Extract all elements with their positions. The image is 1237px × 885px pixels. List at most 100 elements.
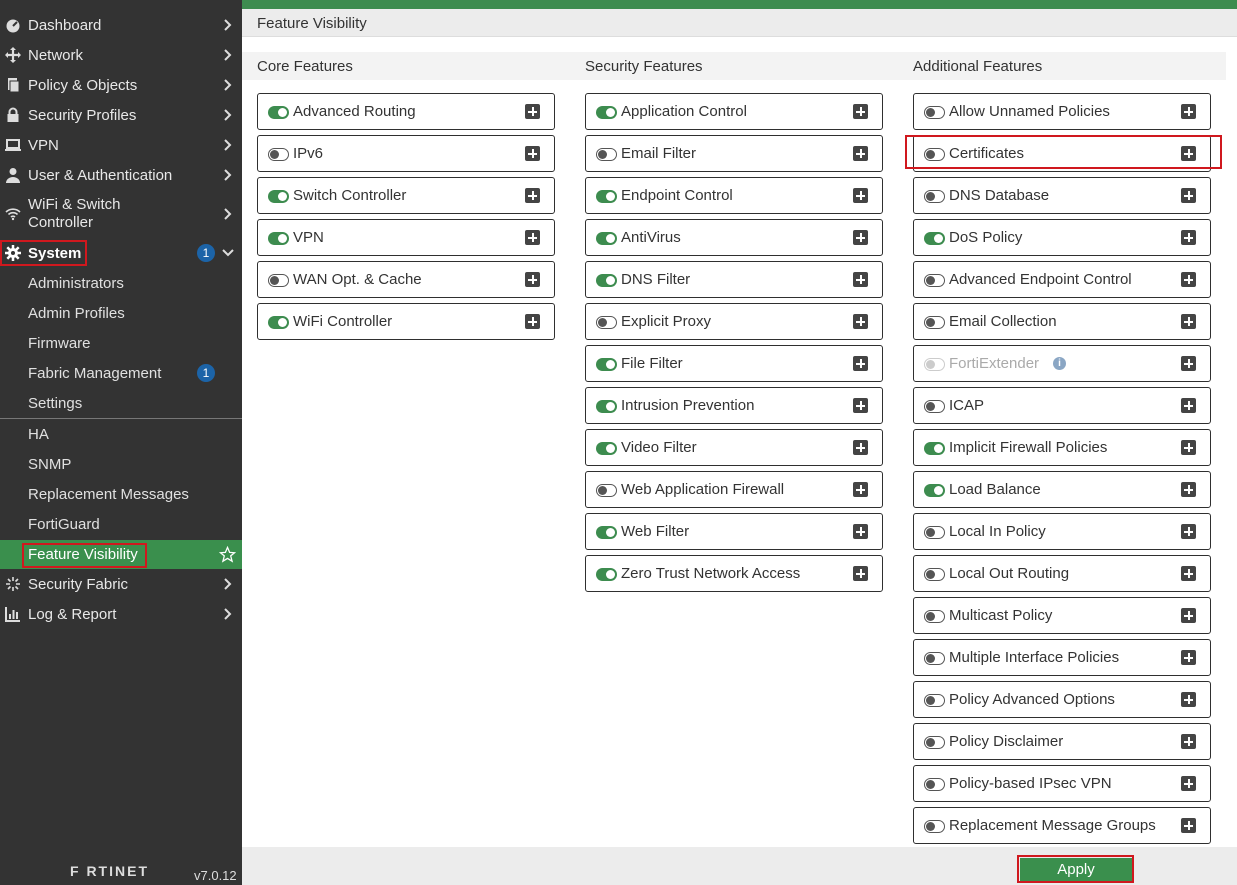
feature-toggle[interactable] — [596, 442, 617, 455]
sidebar-item-policy-objects[interactable]: Policy & Objects — [0, 70, 242, 100]
expand-plus-icon[interactable] — [1181, 272, 1196, 287]
feature-toggle[interactable] — [596, 190, 617, 203]
expand-plus-icon[interactable] — [1181, 314, 1196, 329]
expand-plus-icon[interactable] — [1181, 230, 1196, 245]
sidebar-subitem-replacement-messages[interactable]: Replacement Messages — [0, 479, 242, 509]
feature-toggle[interactable] — [924, 736, 945, 749]
expand-plus-icon[interactable] — [1181, 650, 1196, 665]
expand-plus-icon[interactable] — [1181, 818, 1196, 833]
feature-toggle[interactable] — [924, 148, 945, 161]
feature-toggle[interactable] — [924, 778, 945, 791]
feature-toggle[interactable] — [268, 316, 289, 329]
feature-row-load-balance: Load Balance — [913, 471, 1211, 508]
feature-toggle[interactable] — [596, 274, 617, 287]
expand-plus-icon[interactable] — [853, 314, 868, 329]
sidebar-item-system[interactable]: System 1 — [0, 238, 242, 268]
sidebar-item-wifi-switch-controller[interactable]: WiFi & Switch Controller — [0, 194, 242, 234]
feature-toggle[interactable] — [268, 106, 289, 119]
chevron-right-icon — [224, 109, 232, 121]
expand-plus-icon[interactable] — [525, 104, 540, 119]
feature-toggle[interactable] — [924, 400, 945, 413]
feature-toggle[interactable] — [596, 358, 617, 371]
feature-toggle[interactable] — [268, 232, 289, 245]
expand-plus-icon[interactable] — [1181, 188, 1196, 203]
expand-plus-icon[interactable] — [1181, 146, 1196, 161]
feature-toggle[interactable] — [596, 400, 617, 413]
sidebar-subitem-firmware[interactable]: Firmware — [0, 328, 242, 358]
chevron-right-icon — [224, 578, 232, 590]
sidebar-subitem-admin-profiles[interactable]: Admin Profiles — [0, 298, 242, 328]
feature-toggle[interactable] — [924, 610, 945, 623]
expand-plus-icon[interactable] — [853, 104, 868, 119]
apply-button[interactable]: Apply — [1020, 858, 1132, 881]
sidebar-item-log-report[interactable]: Log & Report — [0, 599, 242, 629]
info-icon[interactable]: i — [1053, 357, 1066, 370]
feature-toggle[interactable] — [924, 484, 945, 497]
sidebar-subitem-snmp[interactable]: SNMP — [0, 449, 242, 479]
sidebar-subitem-fortiguard[interactable]: FortiGuard — [0, 509, 242, 539]
expand-plus-icon[interactable] — [1181, 482, 1196, 497]
expand-plus-icon[interactable] — [1181, 524, 1196, 539]
feature-toggle[interactable] — [924, 232, 945, 245]
feature-toggle[interactable] — [924, 442, 945, 455]
expand-plus-icon[interactable] — [525, 188, 540, 203]
feature-toggle[interactable] — [924, 568, 945, 581]
sidebar-subitem-feature-visibility[interactable]: Feature Visibility — [0, 540, 242, 569]
sidebar-item-network[interactable]: Network — [0, 40, 242, 70]
expand-plus-icon[interactable] — [1181, 608, 1196, 623]
expand-plus-icon[interactable] — [1181, 356, 1196, 371]
feature-toggle[interactable] — [596, 148, 617, 161]
feature-toggle[interactable] — [924, 190, 945, 203]
feature-row-advanced-routing: Advanced Routing — [257, 93, 555, 130]
sidebar-subitem-settings[interactable]: Settings — [0, 388, 242, 418]
feature-toggle[interactable] — [924, 526, 945, 539]
feature-toggle[interactable] — [268, 274, 289, 287]
expand-plus-icon[interactable] — [853, 566, 868, 581]
expand-plus-icon[interactable] — [525, 314, 540, 329]
sidebar-item-security-fabric[interactable]: Security Fabric — [0, 569, 242, 599]
sidebar-subitem-ha[interactable]: HA — [0, 419, 242, 449]
feature-toggle[interactable] — [924, 694, 945, 707]
sidebar-item-label-line1: WiFi & Switch — [28, 196, 121, 213]
sidebar-item-security-profiles[interactable]: Security Profiles — [0, 100, 242, 130]
feature-toggle[interactable] — [924, 274, 945, 287]
expand-plus-icon[interactable] — [853, 230, 868, 245]
feature-toggle[interactable] — [596, 316, 617, 329]
feature-toggle[interactable] — [596, 484, 617, 497]
sidebar-item-user-authentication[interactable]: User & Authentication — [0, 160, 242, 190]
star-icon[interactable] — [219, 546, 236, 563]
expand-plus-icon[interactable] — [853, 440, 868, 455]
sidebar-item-vpn[interactable]: VPN — [0, 130, 242, 160]
expand-plus-icon[interactable] — [853, 482, 868, 497]
expand-plus-icon[interactable] — [853, 356, 868, 371]
feature-toggle[interactable] — [924, 106, 945, 119]
feature-toggle[interactable] — [268, 148, 289, 161]
expand-plus-icon[interactable] — [1181, 692, 1196, 707]
expand-plus-icon[interactable] — [1181, 104, 1196, 119]
feature-toggle[interactable] — [596, 568, 617, 581]
expand-plus-icon[interactable] — [525, 272, 540, 287]
expand-plus-icon[interactable] — [525, 230, 540, 245]
feature-toggle[interactable] — [268, 190, 289, 203]
sidebar-item-dashboard[interactable]: Dashboard — [0, 10, 242, 40]
sidebar-subitem-administrators[interactable]: Administrators — [0, 268, 242, 298]
feature-toggle[interactable] — [596, 106, 617, 119]
feature-toggle[interactable] — [924, 820, 945, 833]
sidebar-item-label: Security Profiles — [28, 106, 137, 124]
expand-plus-icon[interactable] — [1181, 566, 1196, 581]
sidebar-subitem-fabric-management[interactable]: Fabric Management 1 — [0, 358, 242, 388]
expand-plus-icon[interactable] — [853, 146, 868, 161]
feature-toggle[interactable] — [924, 652, 945, 665]
expand-plus-icon[interactable] — [853, 188, 868, 203]
expand-plus-icon[interactable] — [1181, 398, 1196, 413]
expand-plus-icon[interactable] — [853, 272, 868, 287]
expand-plus-icon[interactable] — [525, 146, 540, 161]
expand-plus-icon[interactable] — [1181, 776, 1196, 791]
feature-toggle[interactable] — [924, 316, 945, 329]
feature-toggle[interactable] — [596, 526, 617, 539]
expand-plus-icon[interactable] — [853, 524, 868, 539]
expand-plus-icon[interactable] — [1181, 440, 1196, 455]
expand-plus-icon[interactable] — [853, 398, 868, 413]
feature-toggle[interactable] — [596, 232, 617, 245]
expand-plus-icon[interactable] — [1181, 734, 1196, 749]
